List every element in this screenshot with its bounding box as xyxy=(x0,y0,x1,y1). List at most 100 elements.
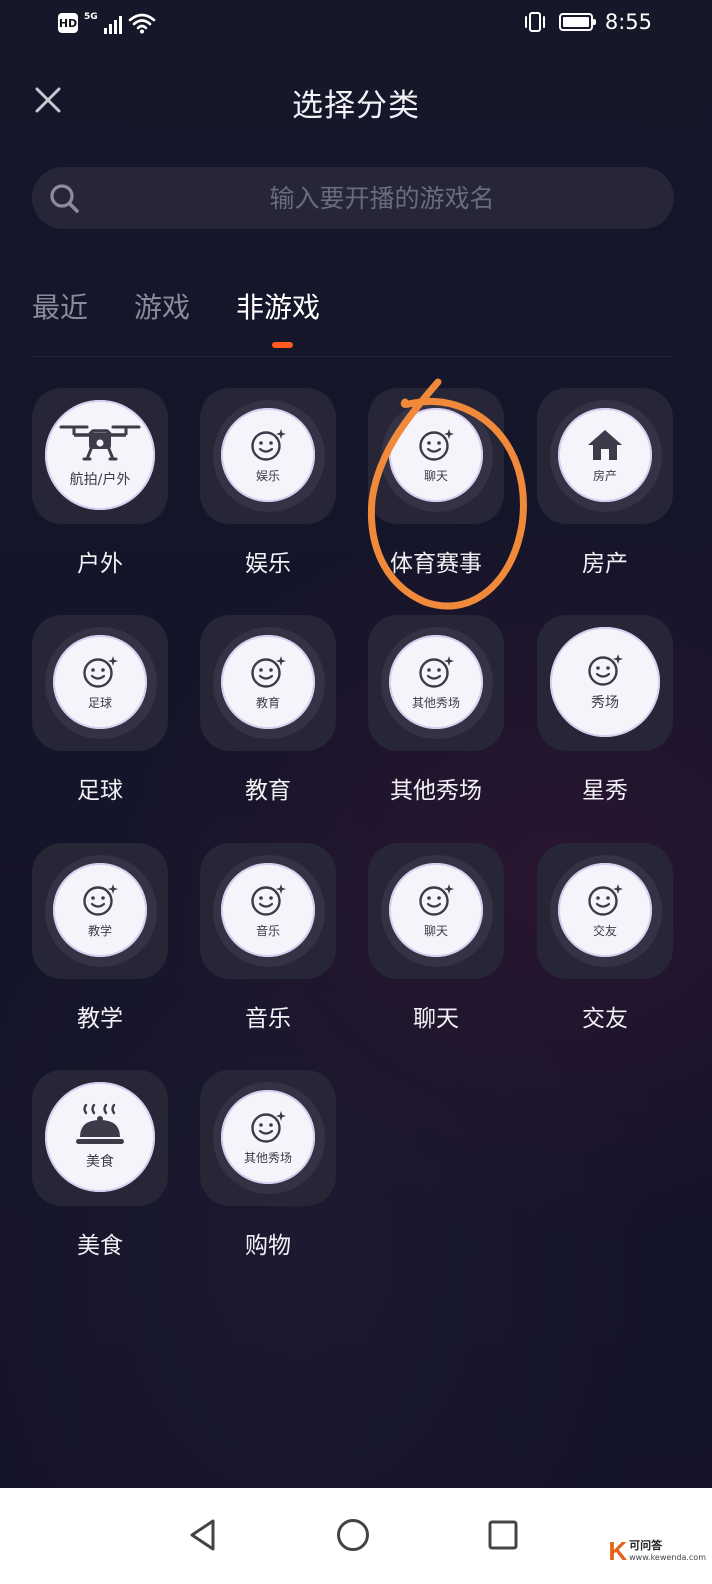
system-nav-bar: K 可问答 www.kewenda.com xyxy=(0,1488,712,1584)
category-caption[interactable]: 娱乐 xyxy=(200,544,336,578)
category-card[interactable]: 其他秀场 xyxy=(200,1070,336,1206)
category-card[interactable]: 美食 xyxy=(32,1070,168,1206)
smiley-icon xyxy=(251,655,286,688)
tab-recent[interactable]: 最近 xyxy=(32,286,88,336)
watermark-site-name: 可问答 xyxy=(629,1539,663,1552)
category-caption[interactable]: 其他秀场 xyxy=(368,771,504,805)
status-bar: HD 5G 8:55 xyxy=(0,0,712,52)
category-icon-disc: 聊天 xyxy=(389,863,483,957)
category-card[interactable]: 航拍/户外 xyxy=(32,388,168,524)
category-badge-label: 教育 xyxy=(255,695,280,710)
category-icon-disc: 教学 xyxy=(53,863,147,957)
watermark-logo: K xyxy=(608,1536,628,1566)
category-card[interactable]: 教学 xyxy=(32,843,168,979)
search-input[interactable] xyxy=(112,167,652,229)
category-badge-label: 音乐 xyxy=(255,923,280,938)
category-icon-disc: 秀场 xyxy=(550,627,660,737)
category-card[interactable]: 教育 xyxy=(200,615,336,751)
tab-non-games[interactable]: 非游戏 xyxy=(236,286,320,336)
smiley-icon xyxy=(83,883,118,916)
category-badge-label: 其他秀场 xyxy=(411,695,460,710)
cloche-icon xyxy=(76,1103,124,1144)
category-badge-label: 房产 xyxy=(592,468,617,483)
tabs-divider xyxy=(32,356,674,357)
category-tabs: 最近 游戏 非游戏 xyxy=(32,286,320,336)
category-icon-disc: 聊天 xyxy=(389,408,483,502)
category-card[interactable]: 聊天 xyxy=(368,843,504,979)
category-icon-disc: 其他秀场 xyxy=(221,1090,315,1184)
category-card[interactable]: 音乐 xyxy=(200,843,336,979)
category-card[interactable]: 房产 xyxy=(537,388,673,524)
home-circle-icon xyxy=(337,1519,369,1551)
category-caption[interactable]: 体育赛事 xyxy=(368,544,504,578)
watermark-url: www.kewenda.com xyxy=(629,1553,706,1562)
status-left: HD 5G xyxy=(58,12,156,34)
category-card[interactable]: 娱乐 xyxy=(200,388,336,524)
category-icon-disc: 房产 xyxy=(558,408,652,502)
category-caption[interactable]: 购物 xyxy=(200,1226,336,1260)
smiley-icon xyxy=(83,655,118,688)
watermark: K 可问答 www.kewenda.com xyxy=(608,1538,706,1564)
signal-icon xyxy=(103,12,122,34)
smiley-icon xyxy=(419,883,454,916)
search-icon xyxy=(50,184,79,213)
category-badge-label: 美食 xyxy=(86,1154,114,1170)
category-caption[interactable]: 交友 xyxy=(537,999,673,1033)
category-badge-label: 足球 xyxy=(87,695,112,710)
category-badge-label: 聊天 xyxy=(423,468,448,483)
hd-badge: HD xyxy=(58,13,78,33)
back-button[interactable] xyxy=(178,1510,228,1560)
category-caption[interactable]: 足球 xyxy=(32,771,168,805)
smiley-icon xyxy=(419,428,454,461)
category-icon-disc: 美食 xyxy=(45,1082,155,1192)
wifi-icon xyxy=(128,13,155,34)
home-button[interactable] xyxy=(328,1510,378,1560)
battery-icon xyxy=(558,13,596,31)
category-card[interactable]: 其他秀场 xyxy=(368,615,504,751)
category-card[interactable]: 足球 xyxy=(32,615,168,751)
smiley-icon xyxy=(251,428,286,461)
category-icon-disc: 足球 xyxy=(53,635,147,729)
category-card[interactable]: 聊天 xyxy=(368,388,504,524)
category-icon-disc: 交友 xyxy=(558,863,652,957)
status-right: 8:55 xyxy=(523,10,652,34)
category-caption[interactable]: 教学 xyxy=(32,999,168,1033)
network-type: 5G xyxy=(84,12,98,22)
category-icon-disc: 娱乐 xyxy=(221,408,315,502)
vibrate-icon xyxy=(524,12,545,32)
category-badge-label: 聊天 xyxy=(423,923,448,938)
drone-icon xyxy=(59,425,141,461)
smiley-icon xyxy=(588,883,623,916)
category-icon-disc: 教育 xyxy=(221,635,315,729)
category-card[interactable]: 秀场 xyxy=(537,615,673,751)
category-caption[interactable]: 音乐 xyxy=(200,999,336,1033)
category-icon-disc: 航拍/户外 xyxy=(45,400,155,510)
clock: 8:55 xyxy=(604,10,652,34)
category-caption[interactable]: 教育 xyxy=(200,771,336,805)
page-title: 选择分类 xyxy=(292,88,420,124)
active-tab-indicator xyxy=(272,342,293,348)
category-caption[interactable]: 美食 xyxy=(32,1226,168,1260)
category-badge-label: 秀场 xyxy=(591,695,619,711)
category-icon-disc: 音乐 xyxy=(221,863,315,957)
search-bar[interactable] xyxy=(32,167,674,229)
category-badge-label: 娱乐 xyxy=(255,468,280,483)
category-badge-label: 航拍/户外 xyxy=(69,472,131,488)
recents-square-icon xyxy=(488,1520,518,1550)
category-caption[interactable]: 房产 xyxy=(537,544,673,578)
house-icon xyxy=(588,429,622,460)
category-badge-label: 教学 xyxy=(87,923,112,938)
smiley-icon xyxy=(419,655,454,688)
tab-games[interactable]: 游戏 xyxy=(134,286,190,336)
category-caption[interactable]: 聊天 xyxy=(368,999,504,1033)
category-caption[interactable]: 户外 xyxy=(32,544,168,578)
category-badge-label: 交友 xyxy=(592,923,617,938)
category-caption[interactable]: 星秀 xyxy=(537,771,673,805)
category-card[interactable]: 交友 xyxy=(537,843,673,979)
recents-button[interactable] xyxy=(478,1510,528,1560)
smiley-icon xyxy=(588,654,623,686)
smiley-icon xyxy=(251,883,286,916)
category-icon-disc: 其他秀场 xyxy=(389,635,483,729)
category-badge-label: 其他秀场 xyxy=(243,1150,292,1165)
back-triangle-icon xyxy=(190,1519,215,1551)
